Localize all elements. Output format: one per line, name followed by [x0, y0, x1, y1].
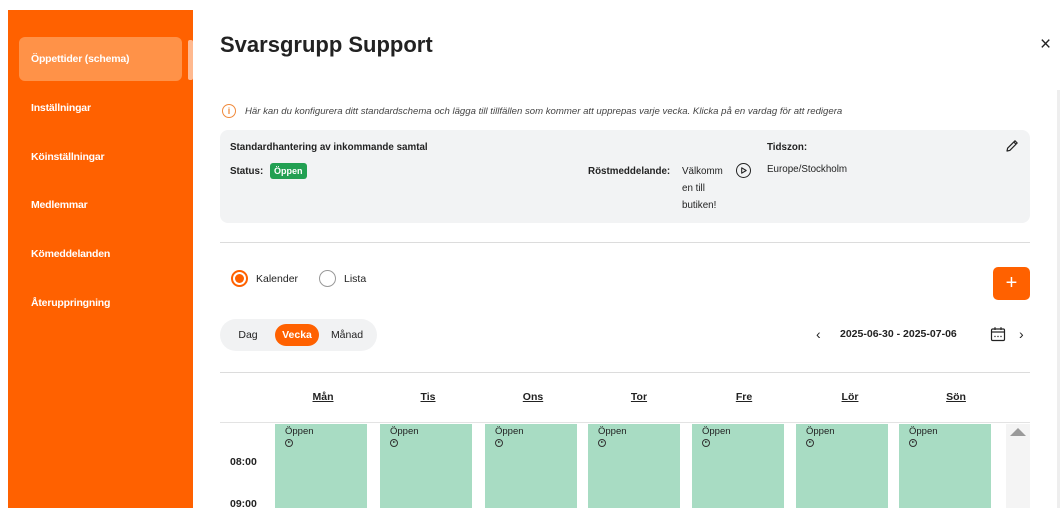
period-toggle: Dag Vecka Månad	[220, 319, 377, 351]
card-heading: Standardhantering av inkommande samtal	[230, 142, 428, 153]
info-icon: i	[222, 104, 236, 118]
sidebar-item-opening-hours[interactable]: Öppettider (schema)	[19, 37, 182, 81]
slot-label: Öppen	[702, 426, 731, 437]
slot-label: Öppen	[598, 426, 627, 437]
default-handling-card: Standardhantering av inkommande samtal S…	[220, 130, 1030, 223]
radio-list[interactable]: Lista	[319, 270, 366, 287]
sidebar-item-callback[interactable]: Återuppringning	[19, 281, 182, 325]
section-divider	[220, 242, 1030, 243]
schedule-slot-fri[interactable]: Öppen	[692, 424, 784, 508]
sidebar-item-label: Öppettider (schema)	[31, 53, 130, 65]
schedule-slot-thu[interactable]: Öppen	[588, 424, 680, 508]
play-icon	[495, 439, 503, 447]
sidebar-item-queue-settings[interactable]: Köinställningar	[19, 135, 182, 179]
voice-message-label: Röstmeddelande:	[588, 166, 671, 177]
play-icon	[285, 439, 293, 447]
sidebar-item-settings[interactable]: Inställningar	[19, 86, 182, 130]
day-header-mon[interactable]: Mån	[277, 391, 369, 403]
schedule-slot-mon[interactable]: Öppen	[275, 424, 367, 508]
schedule-slot-tue[interactable]: Öppen	[380, 424, 472, 508]
play-icon	[741, 167, 747, 174]
sidebar-active-marker	[188, 40, 193, 80]
info-text: Här kan du konfigurera ditt standardsche…	[245, 105, 843, 117]
schedule-slot-sun[interactable]: Öppen	[899, 424, 991, 508]
day-header-wed[interactable]: Ons	[487, 391, 579, 403]
sidebar-item-label: Kömeddelanden	[31, 248, 111, 260]
timezone-label: Tidszon:	[767, 142, 808, 153]
previous-week-button[interactable]: ‹	[816, 326, 821, 342]
schedule-slot-wed[interactable]: Öppen	[485, 424, 577, 508]
calendar-scrollbar[interactable]	[1006, 424, 1030, 508]
sidebar-item-queue-messages[interactable]: Kömeddelanden	[19, 232, 182, 276]
calendar-divider	[220, 372, 1030, 373]
time-label: 09:00	[230, 498, 257, 508]
radio-label: Kalender	[256, 272, 299, 285]
timezone-value: Europe/Stockholm	[767, 164, 848, 175]
voice-message-value: Välkomm en till butiken!	[682, 166, 723, 211]
info-banner: i Här kan du konfigurera ditt standardsc…	[222, 104, 842, 118]
play-icon	[909, 439, 917, 447]
day-header-sat[interactable]: Lör	[804, 391, 896, 403]
plus-icon: +	[1005, 272, 1018, 294]
status-label: Status:	[230, 166, 264, 177]
play-icon	[598, 439, 606, 447]
radio-label: Lista	[344, 272, 367, 285]
add-button[interactable]: +	[993, 267, 1030, 300]
radio-selected-icon	[231, 270, 248, 287]
day-header-thu[interactable]: Tor	[593, 391, 685, 403]
date-range: 2025-06-30 - 2025-07-06	[840, 328, 957, 340]
play-voice-message-button[interactable]	[736, 163, 751, 178]
page-title: Svarsgrupp Support	[220, 32, 433, 57]
radio-calendar[interactable]: Kalender	[231, 270, 298, 287]
sidebar: Öppettider (schema) Inställningar Köinst…	[8, 10, 193, 508]
day-header-fri[interactable]: Fre	[698, 391, 790, 403]
scroll-up-arrow-icon[interactable]	[1010, 428, 1026, 436]
calendar-top-line	[220, 422, 1030, 423]
play-icon	[806, 439, 814, 447]
day-header-sun[interactable]: Sön	[910, 391, 1002, 403]
sidebar-item-members[interactable]: Medlemmar	[19, 183, 182, 227]
slot-label: Öppen	[806, 426, 835, 437]
status-badge: Öppen	[270, 163, 307, 179]
close-icon: ×	[1040, 34, 1052, 55]
sidebar-item-label: Inställningar	[31, 102, 91, 114]
close-button[interactable]: ×	[1040, 34, 1056, 55]
next-week-button[interactable]: ›	[1019, 326, 1024, 342]
time-label: 08:00	[230, 456, 257, 468]
day-header-tue[interactable]: Tis	[382, 391, 474, 403]
play-icon	[702, 439, 710, 447]
pencil-icon[interactable]	[1004, 138, 1020, 154]
slot-label: Öppen	[390, 426, 419, 437]
play-icon	[390, 439, 398, 447]
sidebar-item-label: Köinställningar	[31, 151, 105, 163]
calendar-icon[interactable]	[990, 326, 1006, 342]
schedule-slot-sat[interactable]: Öppen	[796, 424, 888, 508]
sidebar-item-label: Återuppringning	[31, 297, 111, 309]
slot-label: Öppen	[285, 426, 314, 437]
slot-label: Öppen	[909, 426, 938, 437]
toggle-week[interactable]: Vecka	[275, 324, 319, 346]
toggle-day[interactable]: Dag	[230, 324, 266, 346]
slot-label: Öppen	[495, 426, 524, 437]
radio-empty-icon	[319, 270, 336, 287]
toggle-month[interactable]: Månad	[326, 324, 368, 346]
sidebar-item-label: Medlemmar	[31, 199, 88, 211]
